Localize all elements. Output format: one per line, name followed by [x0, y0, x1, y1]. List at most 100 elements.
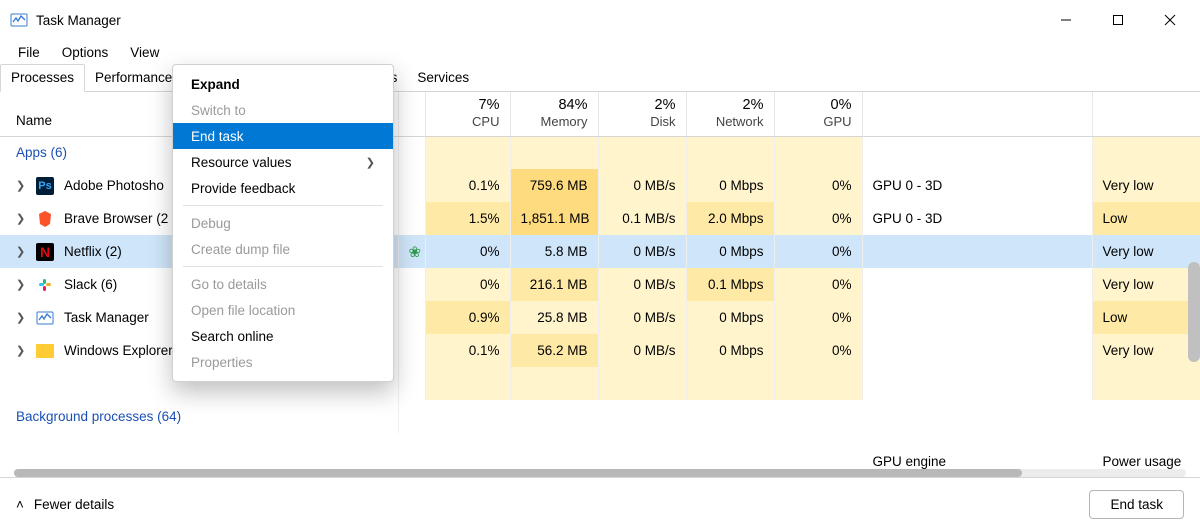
- chevron-right-icon[interactable]: ❯: [16, 212, 26, 225]
- cell-memory: 1,851.1 MB: [510, 202, 598, 235]
- cell-gpu: 0%: [774, 334, 862, 367]
- column-network[interactable]: 2%Network: [686, 92, 774, 136]
- cell-memory: 759.6 MB: [510, 169, 598, 202]
- footer: ˄ Fewer details End task: [0, 477, 1200, 531]
- cell-gpu: 0%: [774, 202, 862, 235]
- chevron-right-icon[interactable]: ❯: [16, 179, 26, 192]
- cell-cpu: 0.1%: [425, 169, 510, 202]
- maximize-button[interactable]: [1092, 2, 1144, 38]
- column-cpu[interactable]: 7%CPU: [425, 92, 510, 136]
- process-name: Adobe Photosho: [64, 178, 164, 193]
- app-icon: [36, 210, 54, 228]
- chevron-right-icon: ❯: [366, 156, 375, 169]
- app-icon: N: [36, 243, 54, 261]
- cell-power: Very low: [1092, 268, 1200, 301]
- column-gpu-engine[interactable]: GPU engine: [862, 92, 1092, 136]
- cell-gpu-engine: [862, 301, 1092, 334]
- cell-network: 0.1 Mbps: [686, 268, 774, 301]
- cell-disk: 0 MB/s: [598, 268, 686, 301]
- cm-create-dump: Create dump file: [173, 236, 393, 262]
- cell-power: Low: [1092, 301, 1200, 334]
- cell-gpu-engine: [862, 235, 1092, 268]
- tab-performance[interactable]: Performance: [85, 65, 182, 91]
- cm-expand[interactable]: Expand: [173, 71, 393, 97]
- close-button[interactable]: [1144, 2, 1196, 38]
- fewer-details-toggle[interactable]: ˄ Fewer details: [16, 497, 114, 512]
- window-title: Task Manager: [36, 13, 121, 28]
- chevron-up-icon: ˄: [16, 497, 24, 512]
- tab-services[interactable]: Services: [407, 65, 479, 91]
- menu-view[interactable]: View: [120, 43, 169, 62]
- cell-memory: 216.1 MB: [510, 268, 598, 301]
- cell-gpu-engine: GPU 0 - 3D: [862, 202, 1092, 235]
- cell-power: Low: [1092, 202, 1200, 235]
- cell-memory: 5.8 MB: [510, 235, 598, 268]
- cell-disk: 0 MB/s: [598, 169, 686, 202]
- app-icon: [36, 276, 54, 294]
- column-power[interactable]: Power usage: [1092, 92, 1200, 136]
- chevron-right-icon[interactable]: ❯: [16, 278, 26, 291]
- cm-debug: Debug: [173, 210, 393, 236]
- process-name: Windows Explorer: [64, 343, 173, 358]
- column-disk[interactable]: 2%Disk: [598, 92, 686, 136]
- cell-power: Very low: [1092, 334, 1200, 367]
- context-menu: Expand Switch to End task Resource value…: [172, 64, 394, 382]
- cell-power: Very low: [1092, 235, 1200, 268]
- cm-search-online[interactable]: Search online: [173, 323, 393, 349]
- cm-go-to-details: Go to details: [173, 271, 393, 297]
- end-task-button[interactable]: End task: [1089, 490, 1184, 519]
- cm-switch-to: Switch to: [173, 97, 393, 123]
- cell-gpu: 0%: [774, 169, 862, 202]
- cm-provide-feedback[interactable]: Provide feedback: [173, 175, 393, 201]
- cell-gpu: 0%: [774, 301, 862, 334]
- app-icon: [36, 344, 54, 358]
- cell-gpu: 0%: [774, 235, 862, 268]
- process-name: Netflix (2): [64, 244, 122, 259]
- vertical-scrollbar[interactable]: [1188, 262, 1200, 362]
- cell-disk: 0 MB/s: [598, 235, 686, 268]
- cm-open-file-location: Open file location: [173, 297, 393, 323]
- app-icon: Ps: [36, 177, 54, 195]
- cell-cpu: 1.5%: [425, 202, 510, 235]
- cell-gpu-engine: GPU 0 - 3D: [862, 169, 1092, 202]
- cell-cpu: 0.9%: [425, 301, 510, 334]
- cell-memory: 25.8 MB: [510, 301, 598, 334]
- cell-network: 0 Mbps: [686, 334, 774, 367]
- cm-end-task[interactable]: End task: [173, 123, 393, 149]
- cm-properties: Properties: [173, 349, 393, 375]
- cell-gpu-engine: [862, 334, 1092, 367]
- minimize-button[interactable]: [1040, 2, 1092, 38]
- leaf-icon: ❀: [409, 244, 422, 261]
- cell-disk: 0.1 MB/s: [598, 202, 686, 235]
- cell-power: Very low: [1092, 169, 1200, 202]
- column-gpu[interactable]: 0%GPU: [774, 92, 862, 136]
- tab-processes[interactable]: Processes: [0, 64, 85, 92]
- cm-resource-values[interactable]: Resource values❯: [173, 149, 393, 175]
- section-background[interactable]: Background processes (64): [0, 400, 398, 433]
- horizontal-scrollbar[interactable]: [14, 469, 1186, 477]
- cell-cpu: 0%: [425, 235, 510, 268]
- column-status[interactable]: [398, 92, 425, 136]
- cell-cpu: 0%: [425, 268, 510, 301]
- horizontal-scrollbar-thumb[interactable]: [14, 469, 1022, 477]
- menubar: File Options View: [0, 40, 1200, 64]
- process-name: Slack (6): [64, 277, 117, 292]
- cell-disk: 0 MB/s: [598, 334, 686, 367]
- chevron-right-icon[interactable]: ❯: [16, 245, 26, 258]
- menu-options[interactable]: Options: [52, 43, 119, 62]
- chevron-right-icon[interactable]: ❯: [16, 344, 26, 357]
- cell-cpu: 0.1%: [425, 334, 510, 367]
- column-memory[interactable]: 84%Memory: [510, 92, 598, 136]
- cell-network: 0 Mbps: [686, 235, 774, 268]
- cell-gpu-engine: [862, 268, 1092, 301]
- menu-file[interactable]: File: [8, 43, 50, 62]
- cell-network: 2.0 Mbps: [686, 202, 774, 235]
- cell-network: 0 Mbps: [686, 169, 774, 202]
- titlebar: Task Manager: [0, 0, 1200, 40]
- cell-memory: 56.2 MB: [510, 334, 598, 367]
- chevron-right-icon[interactable]: ❯: [16, 311, 26, 324]
- process-name: Brave Browser (2: [64, 211, 168, 226]
- cell-network: 0 Mbps: [686, 301, 774, 334]
- task-manager-icon: [10, 11, 28, 29]
- cell-disk: 0 MB/s: [598, 301, 686, 334]
